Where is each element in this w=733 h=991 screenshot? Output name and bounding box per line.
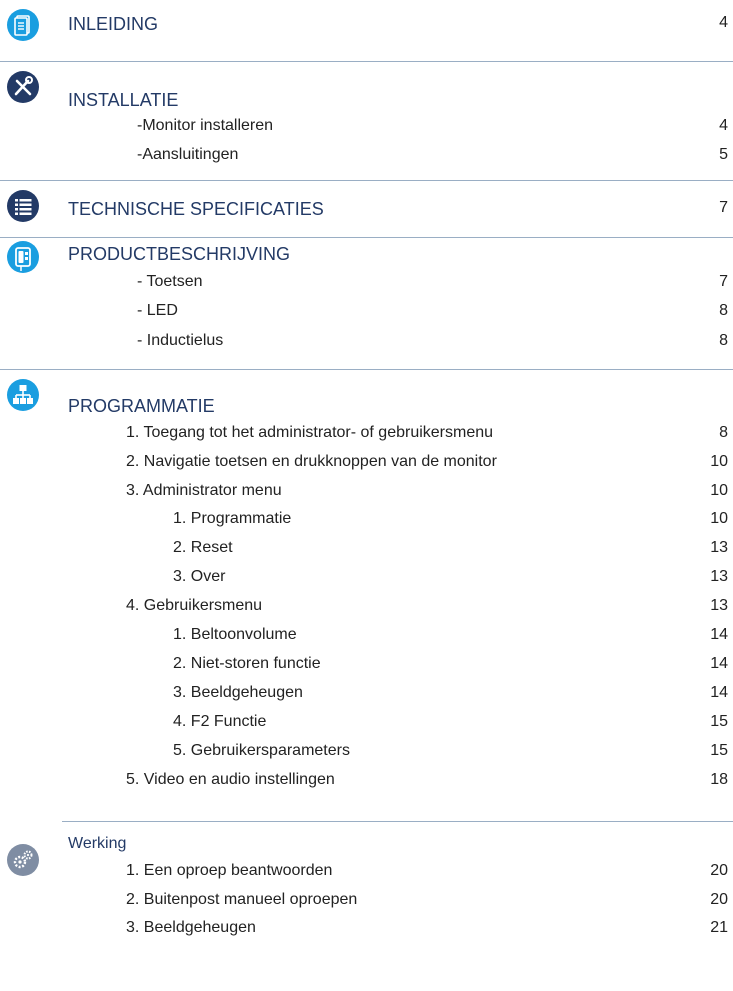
section-title-installatie: INSTALLATIE (68, 90, 179, 110)
entry-label: 5. Gebruikersparameters (173, 742, 350, 759)
page-number: 13 (710, 568, 728, 585)
entry-label: 2. Navigatie toetsen en drukknoppen van … (126, 453, 497, 470)
page-number: 10 (710, 453, 728, 470)
toc-entry: 3. Beeldgeheugen 14 (0, 684, 733, 708)
page-number: 10 (710, 510, 728, 527)
intercom-icon (7, 241, 39, 273)
page-number: 13 (710, 597, 728, 614)
entry-label: 4. F2 Functie (173, 713, 267, 730)
page-number: 5 (719, 146, 728, 163)
list-icon (7, 190, 39, 222)
divider (0, 180, 733, 181)
section-title-programmatie: PROGRAMMATIE (68, 396, 215, 416)
entry-label: -Monitor installeren (137, 117, 274, 134)
page-number: 7 (719, 273, 728, 290)
page-number: 8 (719, 332, 728, 349)
divider (0, 61, 733, 62)
toc-entry: 3. Beeldgeheugen 21 (0, 919, 733, 943)
page-number: 4 (719, 14, 728, 31)
toc-entry: 3. Administrator menu 10 (0, 482, 733, 506)
toc-entry: - LED 8 (0, 302, 733, 326)
entry-label: 2. Buitenpost manueel oproepen (126, 891, 358, 908)
toc-entry: 2. Reset 13 (0, 539, 733, 563)
page-number: 15 (710, 742, 728, 759)
toc-entry: -Aansluitingen 5 (0, 146, 733, 170)
tools-icon (7, 71, 39, 103)
toc-entry: 5. Gebruikersparameters 15 (0, 742, 733, 766)
entry-label: 5. Video en audio instellingen (126, 771, 335, 788)
page-number: 21 (710, 919, 728, 936)
toc-entry: 1. Beltoonvolume 14 (0, 626, 733, 650)
divider (0, 369, 733, 370)
document-icon (7, 9, 39, 41)
page-number: 20 (710, 891, 728, 908)
section-title-inleiding: INLEIDING (68, 14, 159, 34)
toc-entry: 4. Gebruikersmenu 13 (0, 597, 733, 621)
toc-entry: 2. Buitenpost manueel oproepen 20 (0, 891, 733, 915)
toc-entry: 1. Programmatie 10 (0, 510, 733, 534)
entry-label: 1. Beltoonvolume (173, 626, 297, 643)
entry-label: 1. Programmatie (173, 510, 292, 527)
toc-entry: 1. Toegang tot het administrator- of geb… (0, 424, 733, 448)
entry-label: -Aansluitingen (137, 146, 239, 163)
page-number: 14 (710, 626, 728, 643)
page-number: 14 (710, 655, 728, 672)
toc-entry: - Toetsen 7 (0, 273, 733, 297)
toc-entry: 4. F2 Functie 15 (0, 713, 733, 737)
entry-label: 2. Niet-storen functie (173, 655, 321, 672)
page-number: 10 (710, 482, 728, 499)
divider (62, 821, 733, 822)
page-number: 8 (719, 302, 728, 319)
entry-label: 2. Reset (173, 539, 233, 556)
toc-entry: 2. Navigatie toetsen en drukknoppen van … (0, 453, 733, 477)
page-number: 15 (710, 713, 728, 730)
divider (0, 237, 733, 238)
entry-label: 4. Gebruikersmenu (126, 597, 263, 614)
page-number: 13 (710, 539, 728, 556)
entry-label: 3. Over (173, 568, 226, 585)
toc-entry: 1. Een oproep beantwoorden 20 (0, 862, 733, 886)
section-title-werking: Werking (68, 835, 127, 852)
toc-entry: 2. Niet-storen functie 14 (0, 655, 733, 679)
entry-label: - Inductielus (137, 332, 224, 349)
page-number: 20 (710, 862, 728, 879)
toc-entry: 5. Video en audio instellingen 18 (0, 771, 733, 795)
toc-entry: - Inductielus 8 (0, 332, 733, 356)
entry-label: 3. Administrator menu (126, 482, 282, 499)
entry-label: - LED (137, 302, 178, 319)
toc-entry: -Monitor installeren 4 (0, 117, 733, 141)
page-number: 18 (710, 771, 728, 788)
page-number: 14 (710, 684, 728, 701)
entry-label: 3. Beeldgeheugen (173, 684, 303, 701)
toc-entry: 3. Over 13 (0, 568, 733, 592)
section-title-technische-specificaties: TECHNISCHE SPECIFICATIES (68, 199, 324, 219)
sitemap-icon (7, 379, 39, 411)
entry-label: 3. Beeldgeheugen (126, 919, 256, 936)
entry-label: 1. Een oproep beantwoorden (126, 862, 333, 879)
page-number: 8 (719, 424, 728, 441)
page-number: 4 (719, 117, 728, 134)
entry-label: 1. Toegang tot het administrator- of geb… (126, 424, 494, 441)
page-number: 7 (719, 199, 728, 216)
entry-label: - Toetsen (137, 273, 203, 290)
section-title-productbeschrijving: PRODUCTBESCHRIJVING (68, 244, 291, 264)
